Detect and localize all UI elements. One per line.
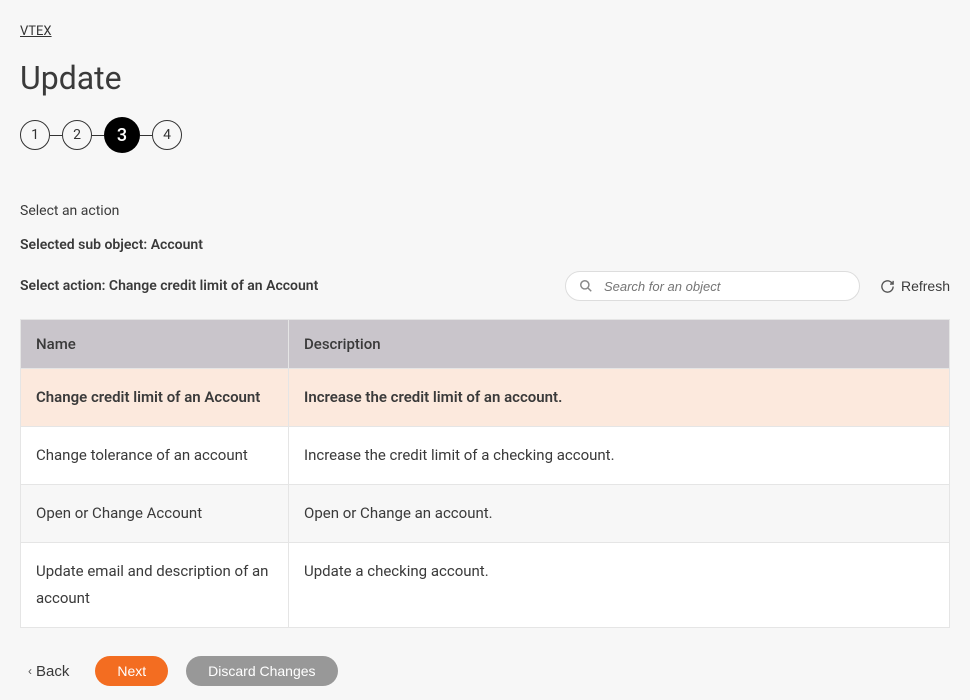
chevron-left-icon: ‹ [28,664,32,678]
subobject-label: Selected sub object: Account [20,237,950,253]
step-4[interactable]: 4 [152,120,182,150]
table-cell-description: Increase the credit limit of an account. [289,369,950,427]
table-row[interactable]: Update email and description of an accou… [21,543,950,628]
search-icon [579,279,593,293]
step-connector [50,135,62,136]
table-cell-description: Open or Change an account. [289,485,950,543]
footer-actions: ‹ Back Next Discard Changes [20,656,950,686]
refresh-label: Refresh [901,278,950,294]
table-cell-description: Increase the credit limit of a checking … [289,427,950,485]
step-2[interactable]: 2 [62,120,92,150]
page-title: Update [20,59,950,97]
table-cell-name: Change tolerance of an account [21,427,289,485]
table-header-description: Description [289,320,950,369]
refresh-icon [880,279,895,294]
table-cell-name: Change credit limit of an Account [21,369,289,427]
discard-button[interactable]: Discard Changes [186,656,337,686]
table-cell-description: Update a checking account. [289,543,950,628]
search-wrapper [565,271,860,301]
table-row[interactable]: Open or Change Account Open or Change an… [21,485,950,543]
step-connector [92,135,104,136]
step-connector [140,135,152,136]
table-header-name: Name [21,320,289,369]
table-cell-name: Open or Change Account [21,485,289,543]
search-input[interactable] [565,271,860,301]
table-cell-name: Update email and description of an accou… [21,543,289,628]
table-row[interactable]: Change tolerance of an account Increase … [21,427,950,485]
step-3[interactable]: 3 [104,117,140,153]
actions-table: Name Description Change credit limit of … [20,319,950,628]
table-row[interactable]: Change credit limit of an Account Increa… [21,369,950,427]
back-label: Back [36,663,69,680]
back-button[interactable]: ‹ Back [28,663,69,680]
breadcrumb[interactable]: VTEX [20,24,52,39]
step-1[interactable]: 1 [20,120,50,150]
next-button[interactable]: Next [95,656,168,686]
action-label: Select action: Change credit limit of an… [20,278,318,294]
stepper: 1 2 3 4 [20,117,950,153]
refresh-button[interactable]: Refresh [880,278,950,294]
section-label: Select an action [20,203,950,219]
